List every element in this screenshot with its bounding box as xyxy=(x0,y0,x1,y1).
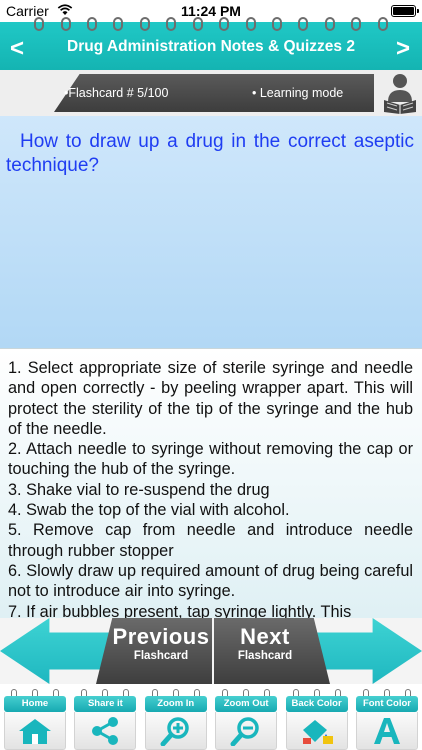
answer-line: 5. Remove cap from needle and introduce … xyxy=(8,521,413,560)
mode-label: • Learning mode xyxy=(252,86,344,100)
answer-line: 1. Select appropriate size of sterile sy… xyxy=(8,359,413,438)
answer-line: 3. Shake vial to re-suspend the drug xyxy=(8,480,270,499)
home-button[interactable]: Home xyxy=(1,688,69,750)
zoom-out-label: Zoom Out xyxy=(215,696,278,712)
answer-line: 7. If air bubbles present, tap syringe l… xyxy=(8,602,352,618)
answer-text: 1. Select appropriate size of sterile sy… xyxy=(8,358,413,618)
answer-line: 4. Swab the top of the vial with alcohol… xyxy=(8,501,290,520)
binder-rings xyxy=(0,17,422,36)
forward-button[interactable]: > xyxy=(390,34,416,64)
home-label: Home xyxy=(4,696,66,712)
zoom-out-button[interactable]: Zoom Out xyxy=(212,688,280,750)
zoom-in-icon xyxy=(160,717,189,746)
share-label: Share it xyxy=(74,696,137,712)
previous-sublabel: Flashcard xyxy=(133,650,189,662)
next-sublabel: Flashcard xyxy=(237,650,293,662)
font-color-icon xyxy=(373,718,400,744)
back-color-label: Back Color xyxy=(285,696,348,712)
zoom-in-button[interactable]: Zoom In xyxy=(142,688,210,750)
battery-icon xyxy=(391,5,419,17)
share-button[interactable]: Share it xyxy=(71,688,139,750)
font-color-button[interactable]: Font Color xyxy=(353,688,421,750)
bottom-toolbar: Home Share it Zoom In Zoom Out Back Colo… xyxy=(0,684,422,750)
title-bar: < Drug Administration Notes & Quizzes 2 … xyxy=(0,17,422,70)
back-color-icon xyxy=(302,720,333,744)
zoom-out-icon xyxy=(230,717,259,746)
next-flashcard-button[interactable]: Next Flashcard xyxy=(214,618,330,684)
home-icon xyxy=(19,719,51,744)
answer-line: 6. Slowly draw up required amount of dru… xyxy=(8,561,413,601)
previous-label: Previous xyxy=(112,624,210,649)
back-button[interactable]: < xyxy=(4,34,30,64)
zoom-in-label: Zoom In xyxy=(144,696,207,712)
page-title: Drug Administration Notes & Quizzes 2 xyxy=(67,38,355,55)
flashcard-nav: Previous Flashcard Next Flashcard xyxy=(0,618,422,684)
back-color-button[interactable]: Back Color xyxy=(283,688,351,750)
next-label: Next xyxy=(240,624,290,649)
answer-line: 2. Attach needle to syringe without remo… xyxy=(8,440,413,479)
flashcard-counter: •Flashcard # 5/100 xyxy=(64,86,169,100)
share-icon xyxy=(92,717,119,745)
question-text: How to draw up a drug in the correct ase… xyxy=(6,131,414,176)
answer-panel[interactable]: 1. Select appropriate size of sterile sy… xyxy=(0,348,422,618)
font-color-label: Font Color xyxy=(355,696,418,712)
reader-icon xyxy=(384,74,416,114)
previous-flashcard-button[interactable]: Previous Flashcard xyxy=(96,618,212,684)
question-panel: How to draw up a drug in the correct ase… xyxy=(0,116,422,348)
